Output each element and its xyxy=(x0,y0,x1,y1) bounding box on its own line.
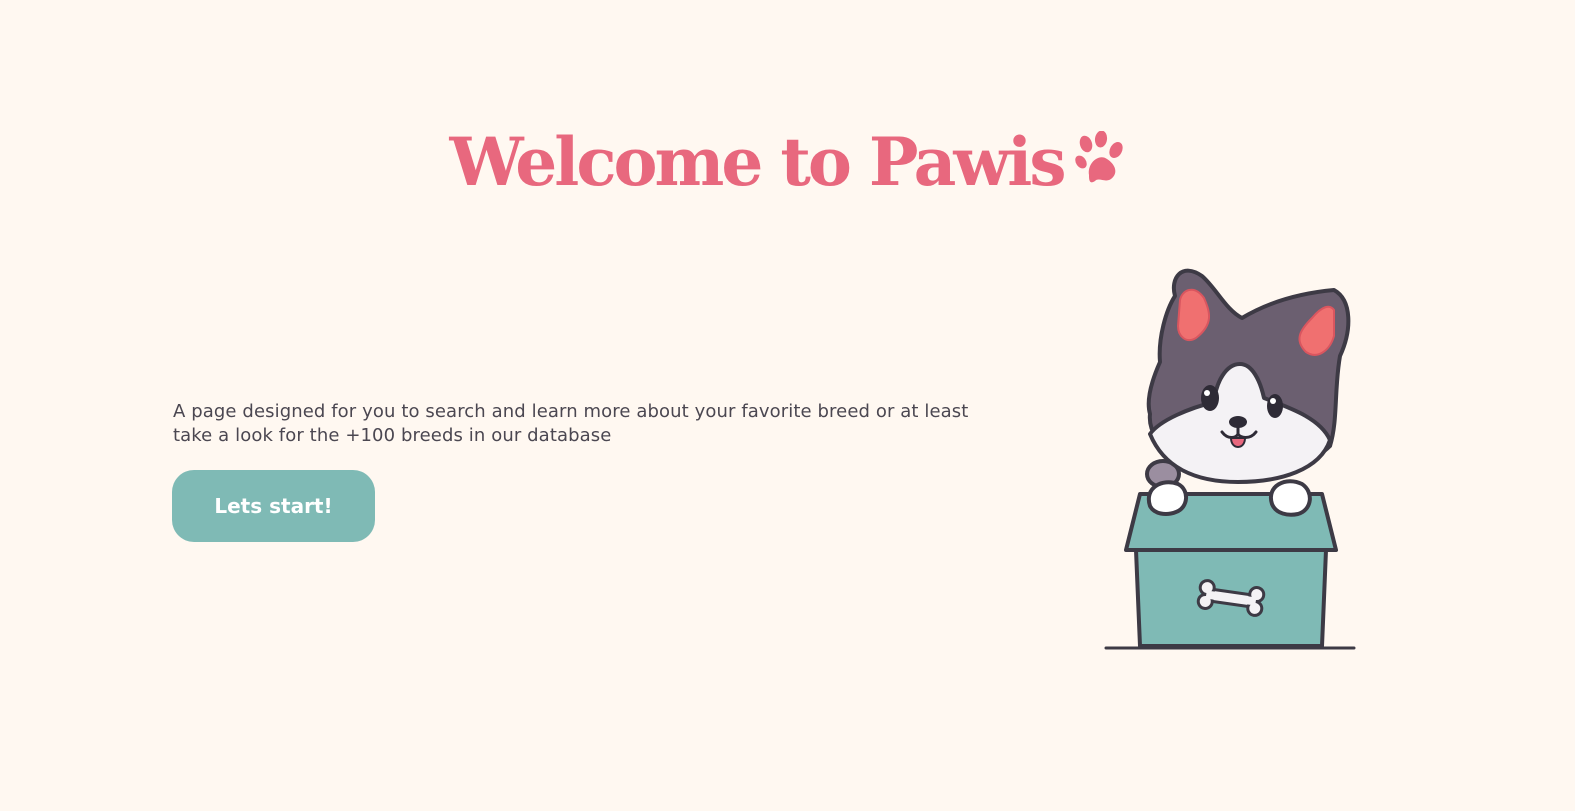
lets-start-button[interactable]: Lets start! xyxy=(172,470,375,542)
corgi-in-box-illustration xyxy=(1100,262,1360,657)
page-title: Welcome to Pawis xyxy=(0,118,1575,206)
hero-description: A page designed for you to search and le… xyxy=(173,401,969,446)
page-title-text: Welcome to Pawis xyxy=(449,123,1067,201)
paw-print-icon xyxy=(1075,118,1125,206)
